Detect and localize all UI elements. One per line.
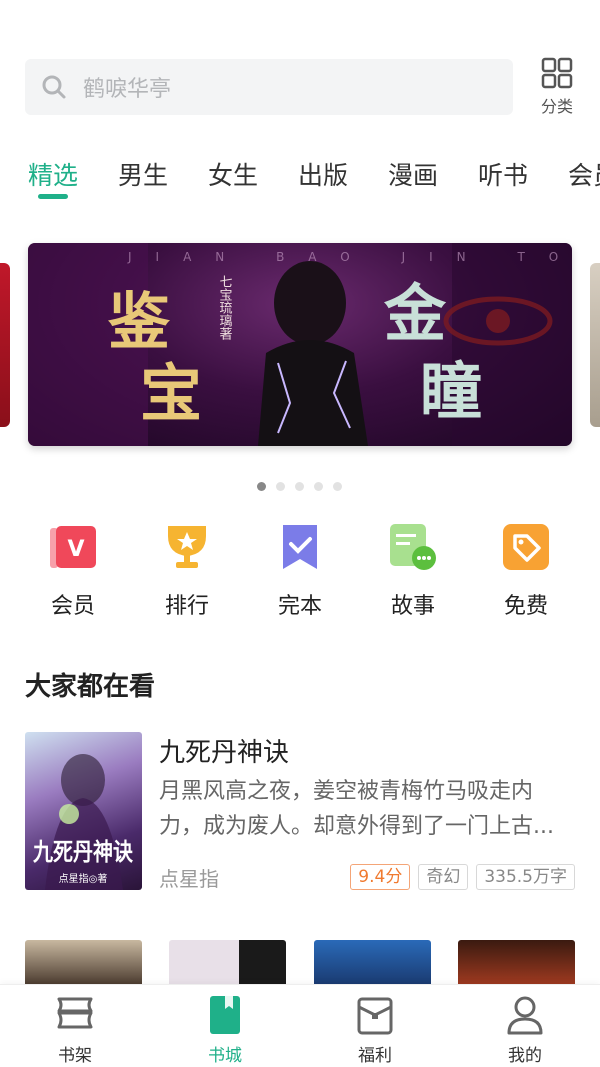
tab-audiobook[interactable]: 听书: [478, 156, 528, 192]
nav-label: 书城: [208, 1046, 242, 1066]
banner-title-char-3: 金: [383, 277, 447, 350]
quick-entry-label: 完本: [277, 594, 322, 619]
channel-tabs: 精选 男生 女生 出版 漫画 听书 会员: [0, 150, 600, 202]
banner-dot[interactable]: [295, 482, 304, 491]
tag-icon: [501, 522, 551, 572]
nav-label: 我的: [508, 1046, 542, 1066]
quick-entry-label: 会员: [50, 594, 95, 619]
bookshelf-icon: [53, 993, 97, 1037]
search-row: 鹤唳华亭 分类: [25, 57, 600, 117]
category-label: 分类: [540, 97, 573, 116]
book-cover[interactable]: [25, 940, 142, 985]
tab-publish[interactable]: 出版: [298, 156, 348, 192]
banner-title-char-4: 瞳: [420, 355, 482, 428]
book-cover[interactable]: [458, 940, 575, 985]
user-icon: [503, 993, 547, 1037]
banner-dot[interactable]: [257, 482, 266, 491]
bottom-nav: 书架 书城 福利 我的: [0, 984, 600, 1067]
banner-title-char-2: 宝: [140, 357, 202, 430]
book-title[interactable]: 九死丹神诀: [159, 732, 289, 769]
banner-peek-right[interactable]: [590, 263, 600, 427]
svg-text:V: V: [67, 537, 84, 562]
gift-bag-icon: [353, 993, 397, 1037]
banner-carousel[interactable]: JIAN BAO JIN TONG 鉴 宝 金 瞳 七宝琉璃著: [0, 243, 600, 453]
quick-entry-free[interactable]: 免费: [481, 522, 571, 620]
tab-indicator: [38, 194, 68, 199]
quick-entry-label: 排行: [164, 594, 209, 619]
book-tags: 9.4分 奇幻 335.5万字: [350, 864, 575, 890]
nav-label: 福利: [358, 1046, 392, 1066]
book-cover[interactable]: [314, 940, 431, 985]
book-author: 点星指: [159, 867, 219, 891]
banner-title-char-1: 鉴: [108, 285, 170, 358]
book-cover[interactable]: 九死丹神诀 点星指◎著: [25, 732, 142, 890]
bookstore-icon: [203, 993, 247, 1037]
bookmark-check-icon: [275, 522, 325, 572]
nav-mine[interactable]: 我的: [475, 993, 575, 1066]
tab-featured[interactable]: 精选: [28, 156, 78, 192]
banner-slide[interactable]: JIAN BAO JIN TONG 鉴 宝 金 瞳 七宝琉璃著: [28, 243, 572, 446]
quick-entries: V 会员 排行 完本 故事 免费: [0, 522, 600, 622]
search-input[interactable]: 鹤唳华亭: [25, 59, 513, 115]
banner-dot[interactable]: [314, 482, 323, 491]
nav-bookshelf[interactable]: 书架: [25, 993, 125, 1066]
nav-label: 书架: [58, 1046, 92, 1066]
book-genre-badge: 奇幻: [418, 864, 469, 890]
story-chat-icon: [388, 522, 438, 572]
grid-icon: [533, 57, 581, 91]
vip-card-icon: V: [48, 522, 98, 572]
banner-dot[interactable]: [276, 482, 285, 491]
book-cover-row: [25, 940, 600, 985]
trophy-icon: [162, 522, 212, 572]
book-score-badge: 9.4分: [350, 864, 411, 890]
quick-entry-completed[interactable]: 完本: [255, 522, 345, 620]
book-cover-author: 点星指◎著: [59, 872, 108, 885]
search-placeholder: 鹤唳华亭: [83, 77, 172, 102]
banner-dot[interactable]: [333, 482, 342, 491]
nav-bookstore[interactable]: 书城: [175, 993, 275, 1066]
banner-peek-left[interactable]: [0, 263, 10, 427]
tab-male[interactable]: 男生: [118, 156, 168, 192]
quick-entry-vip[interactable]: V 会员: [28, 522, 118, 620]
search-icon: [41, 74, 67, 100]
book-description: 月黑风高之夜，姜空被青梅竹马吸走内力，成为废人。却意外得到了一门上古...: [159, 779, 554, 839]
category-button[interactable]: 分类: [533, 57, 581, 117]
tab-female[interactable]: 女生: [208, 156, 258, 192]
quick-entry-label: 免费: [503, 594, 548, 619]
tab-comics[interactable]: 漫画: [388, 156, 438, 192]
featured-book-card[interactable]: 九死丹神诀 点星指◎著 九死丹神诀 月黑风高之夜，姜空被青梅竹马吸走内力，成为废…: [25, 732, 575, 892]
section-title: 大家都在看: [25, 672, 156, 702]
quick-entry-label: 故事: [390, 594, 435, 619]
nav-welfare[interactable]: 福利: [325, 993, 425, 1066]
book-wordcount-badge: 335.5万字: [476, 864, 575, 890]
quick-entry-ranking[interactable]: 排行: [142, 522, 232, 620]
banner-pinyin: JIAN BAO JIN TONG: [127, 250, 572, 264]
quick-entry-story[interactable]: 故事: [368, 522, 458, 620]
banner-dots: [257, 482, 342, 491]
banner-author: 七宝琉璃著: [217, 275, 233, 341]
book-cover[interactable]: [169, 940, 286, 985]
book-cover-title: 九死丹神诀: [32, 837, 133, 866]
tab-membership[interactable]: 会员: [568, 156, 600, 192]
